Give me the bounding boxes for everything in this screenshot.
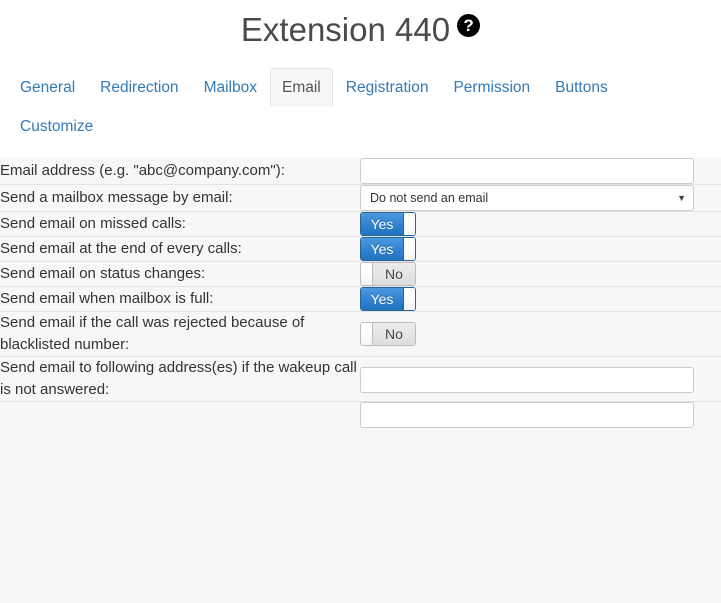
row-label: Send email to following address(es) if t… (0, 356, 360, 402)
tab-buttons[interactable]: Buttons (543, 68, 620, 107)
select-selected-value: Do not send an email (370, 191, 489, 205)
table-row (0, 401, 721, 428)
tab-registration[interactable]: Registration (334, 68, 441, 107)
tab-redirection[interactable]: Redirection (88, 68, 190, 107)
table-row: Send email to following address(es) if t… (0, 356, 721, 402)
row-field (360, 158, 721, 185)
chevron-down-icon: ▼ (677, 193, 686, 203)
row-field (360, 401, 721, 428)
table-row: Send email on status changes: No (0, 261, 721, 287)
toggle-handle (361, 323, 373, 345)
row-field: Yes (360, 211, 721, 237)
tab-email[interactable]: Email (269, 68, 333, 107)
row-label (0, 401, 360, 428)
tab-mailbox[interactable]: Mailbox (192, 68, 269, 107)
table-row: Send email when mailbox is full: Yes (0, 286, 721, 312)
row-label: Send email when mailbox is full: (0, 286, 360, 312)
wakeup-call-address-input-secondary[interactable] (360, 402, 694, 428)
toggle-label: Yes (361, 213, 403, 235)
row-label: Send a mailbox message by email: (0, 184, 360, 212)
toggle-label: No (373, 263, 415, 285)
email-address-input[interactable] (360, 158, 694, 184)
row-label: Send email at the end of every calls: (0, 236, 360, 262)
row-field: No (360, 311, 721, 357)
row-label: Send email on missed calls: (0, 211, 360, 237)
row-field: Yes (360, 286, 721, 312)
tab-permission[interactable]: Permission (441, 68, 542, 107)
row-field: Yes (360, 236, 721, 262)
toggle-handle (361, 263, 373, 285)
row-field (360, 356, 721, 402)
email-settings-panel: Email address (e.g. "abc@company.com"): … (0, 158, 721, 603)
toggle-handle (403, 288, 415, 310)
email-settings-table: Email address (e.g. "abc@company.com"): … (0, 158, 721, 428)
page-title: Extension 440 (240, 11, 451, 48)
end-of-calls-toggle[interactable]: Yes (360, 237, 416, 261)
table-row: Send email on missed calls: Yes (0, 211, 721, 237)
toggle-handle (403, 238, 415, 260)
row-field: Do not send an email ▼ (360, 184, 721, 212)
toggle-handle (403, 213, 415, 235)
mailbox-full-toggle[interactable]: Yes (360, 287, 416, 311)
tab-general[interactable]: General (8, 68, 87, 107)
row-label: Send email if the call was rejected beca… (0, 311, 360, 357)
help-icon[interactable]: ? (457, 13, 481, 37)
table-row: Email address (e.g. "abc@company.com"): (0, 158, 721, 185)
extension-settings-page: Extension 440? General Redirection Mailbox… (0, 0, 721, 603)
row-label: Email address (e.g. "abc@company.com"): (0, 162, 285, 179)
status-changes-toggle[interactable]: No (360, 262, 416, 286)
toggle-label: Yes (361, 288, 403, 310)
missed-calls-toggle[interactable]: Yes (360, 212, 416, 236)
table-row: Send a mailbox message by email: Do not … (0, 184, 721, 212)
toggle-label: Yes (361, 238, 403, 260)
row-field: No (360, 261, 721, 287)
mailbox-message-email-select[interactable]: Do not send an email ▼ (360, 185, 694, 211)
wakeup-call-address-input[interactable] (360, 367, 694, 393)
toggle-label: No (373, 323, 415, 345)
table-row: Send email if the call was rejected beca… (0, 311, 721, 357)
table-row: Send email at the end of every calls: Ye… (0, 236, 721, 262)
tab-customize[interactable]: Customize (8, 107, 105, 146)
row-label: Send email on status changes: (0, 261, 360, 287)
blacklisted-rejected-toggle[interactable]: No (360, 322, 416, 346)
tab-bar: General Redirection Mailbox Email Registrati… (0, 68, 721, 146)
page-header: Extension 440? (0, 0, 721, 58)
